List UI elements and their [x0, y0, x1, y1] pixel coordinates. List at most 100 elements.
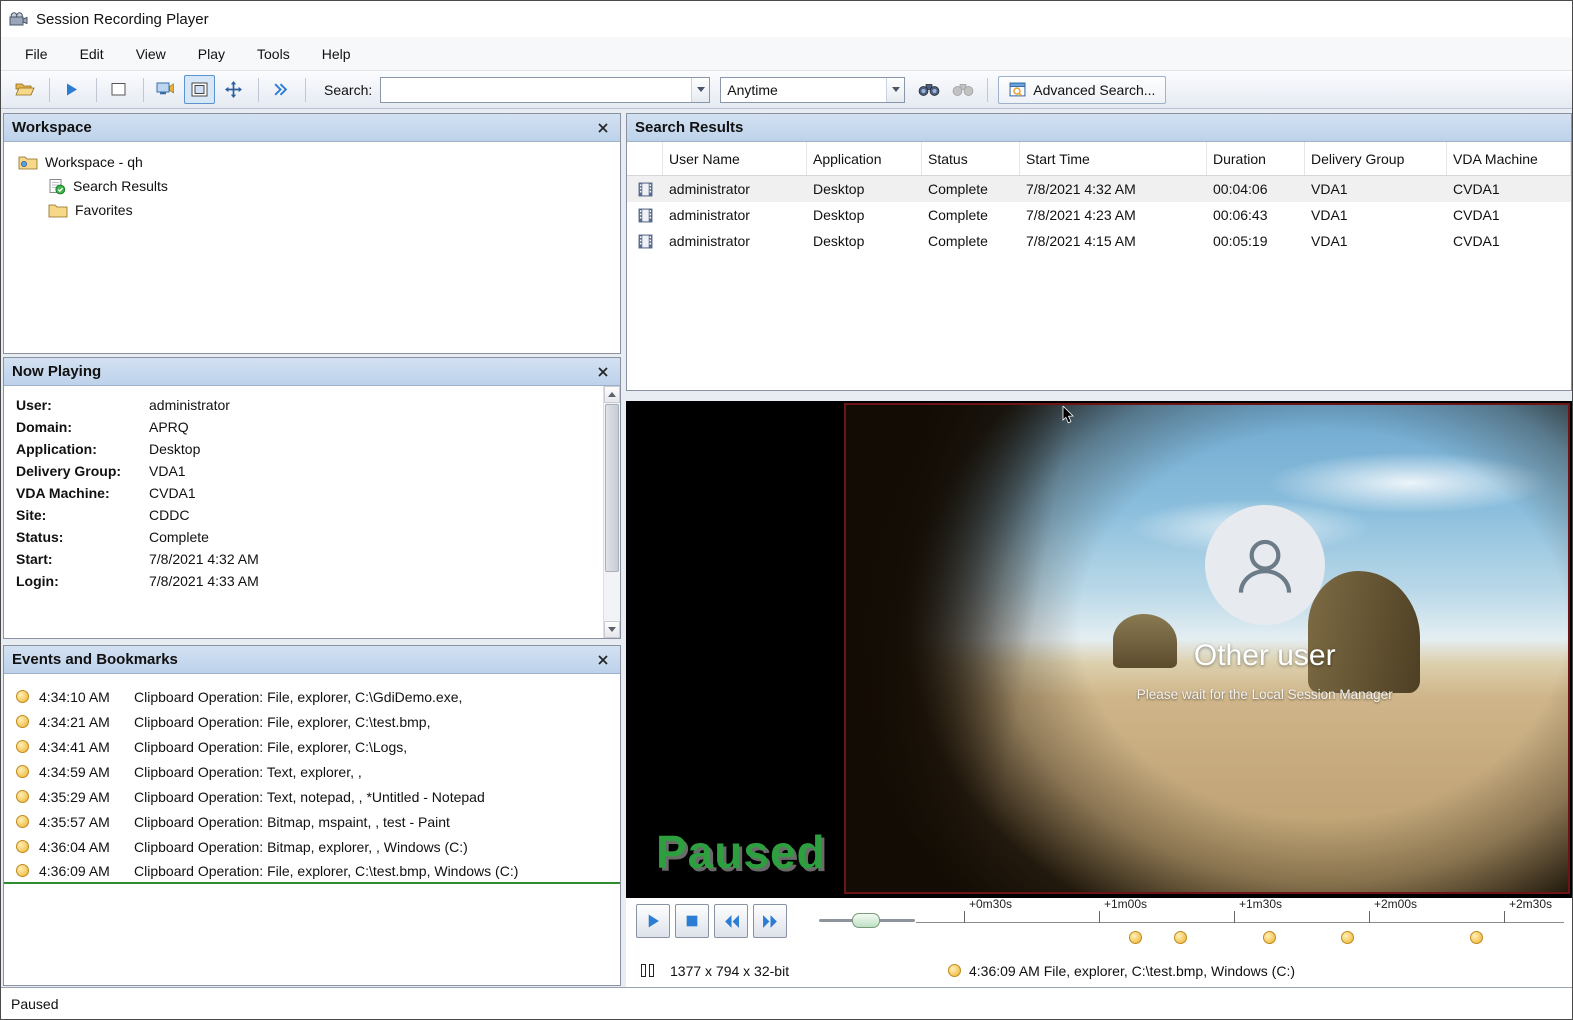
fast-forward-icon — [762, 914, 779, 929]
now-playing-scrollbar[interactable] — [603, 386, 620, 638]
more-tools-button[interactable] — [265, 75, 296, 104]
field-label: Application: — [16, 441, 149, 457]
event-item[interactable]: 4:34:59 AMClipboard Operation: Text, exp… — [4, 759, 620, 784]
field-label: Status: — [16, 529, 149, 545]
advanced-search-button[interactable]: Advanced Search... — [998, 76, 1166, 104]
column-header-user-name[interactable]: User Name — [663, 142, 807, 175]
field-label: Start: — [16, 551, 149, 567]
recording-film-icon — [638, 182, 653, 197]
chevron-down-icon[interactable] — [886, 78, 904, 102]
toolbar-separator — [143, 78, 144, 102]
workspace-close-button[interactable] — [594, 119, 612, 137]
event-item[interactable]: 4:34:10 AMClipboard Operation: File, exp… — [4, 684, 620, 709]
menu-item-tools[interactable]: Tools — [241, 39, 306, 69]
search-input[interactable] — [381, 79, 691, 101]
menu-item-file[interactable]: File — [9, 39, 64, 69]
event-item-selected[interactable]: 4:36:09 AMClipboard Operation: File, exp… — [4, 859, 620, 884]
workspace-folder-icon — [18, 154, 38, 170]
event-item[interactable]: 4:34:21 AMClipboard Operation: File, exp… — [4, 709, 620, 734]
chevron-down-icon[interactable] — [691, 78, 709, 102]
event-time: 4:35:57 AM — [39, 814, 134, 830]
search-up-button[interactable] — [947, 75, 978, 104]
timeline-ruler[interactable]: +0m30s +1m00s +1m30s +2m00s +2m30s — [916, 898, 1564, 926]
event-marker-icon — [16, 815, 29, 828]
event-marker-icon — [16, 740, 29, 753]
play-button[interactable] — [636, 904, 670, 938]
play-toolbar-button[interactable] — [56, 75, 87, 104]
toolbar-separator — [49, 78, 50, 102]
time-filter-combobox[interactable]: Anytime — [720, 77, 905, 103]
timeline-tick: +2m30s — [1504, 911, 1505, 923]
snapshot-button[interactable] — [103, 75, 134, 104]
cell-duration: 00:05:19 — [1207, 233, 1305, 249]
column-header-start-time[interactable]: Start Time — [1020, 142, 1207, 175]
slider-handle[interactable] — [852, 913, 880, 928]
column-header-delivery-group[interactable]: Delivery Group — [1305, 142, 1447, 175]
column-header-vda-machine[interactable]: VDA Machine — [1447, 142, 1571, 175]
now-playing-panel: Now Playing User:administrator Domain:AP… — [3, 357, 621, 639]
event-item[interactable]: 4:35:57 AMClipboard Operation: Bitmap, m… — [4, 809, 620, 834]
tree-item-workspace[interactable]: Workspace - qh — [4, 150, 620, 174]
search-combobox[interactable] — [380, 77, 710, 103]
events-list: 4:34:10 AMClipboard Operation: File, exp… — [4, 674, 620, 985]
stop-button[interactable] — [675, 904, 709, 938]
event-marker-icon — [16, 690, 29, 703]
open-file-button[interactable] — [9, 75, 40, 104]
playback-controls: +0m30s +1m00s +1m30s +2m00s +2m30s — [626, 898, 1572, 954]
search-results-panel-header: Search Results — [627, 114, 1571, 142]
tree-item-search-results[interactable]: Search Results — [4, 174, 620, 198]
tree-item-label: Favorites — [75, 202, 133, 218]
workspace-panel-header: Workspace — [4, 114, 620, 142]
timeline-event-marker[interactable] — [1341, 931, 1354, 944]
toolbar-separator — [258, 78, 259, 102]
cell-duration: 00:06:43 — [1207, 207, 1305, 223]
column-header-duration[interactable]: Duration — [1207, 142, 1305, 175]
event-marker-icon — [16, 790, 29, 803]
timeline-label: +2m30s — [1509, 897, 1552, 911]
menu-item-play[interactable]: Play — [182, 39, 241, 69]
now-playing-details: User:administrator Domain:APRQ Applicati… — [4, 386, 620, 638]
event-item[interactable]: 4:34:41 AMClipboard Operation: File, exp… — [4, 734, 620, 759]
event-item[interactable]: 4:36:04 AMClipboard Operation: Bitmap, e… — [4, 834, 620, 859]
workspace-panel: Workspace Workspace - qh Search Results — [3, 113, 621, 354]
menu-item-edit[interactable]: Edit — [64, 39, 120, 69]
scrollbar-down-button[interactable] — [604, 621, 620, 638]
scrollbar-thumb[interactable] — [605, 404, 619, 572]
column-header-application[interactable]: Application — [807, 142, 922, 175]
menu-item-view[interactable]: View — [120, 39, 182, 69]
table-row[interactable]: administrator Desktop Complete 7/8/2021 … — [627, 202, 1571, 228]
event-item[interactable]: 4:35:29 AMClipboard Operation: Text, not… — [4, 784, 620, 809]
resolution-text: 1377 x 794 x 32-bit — [670, 963, 789, 979]
cell-start-time: 7/8/2021 4:32 AM — [1020, 181, 1207, 197]
timeline-event-marker[interactable] — [1263, 931, 1276, 944]
events-panel-title: Events and Bookmarks — [12, 651, 178, 668]
search-down-button[interactable] — [913, 75, 944, 104]
table-row[interactable]: administrator Desktop Complete 7/8/2021 … — [627, 228, 1571, 254]
timeline-tick: +1m30s — [1234, 911, 1235, 923]
event-time: 4:36:04 AM — [39, 839, 134, 855]
rewind-button[interactable] — [714, 904, 748, 938]
timeline-event-marker[interactable] — [1129, 931, 1142, 944]
column-header-icon — [627, 142, 663, 175]
fast-forward-button[interactable] — [753, 904, 787, 938]
events-close-button[interactable] — [594, 651, 612, 669]
pan-button[interactable] — [218, 75, 249, 104]
menu-item-help[interactable]: Help — [306, 39, 367, 69]
scrollbar-up-button[interactable] — [604, 386, 620, 403]
search-results-icon — [48, 178, 66, 195]
event-time: 4:34:41 AM — [39, 739, 134, 755]
display-mode-button[interactable] — [150, 75, 181, 104]
speed-slider[interactable] — [819, 904, 915, 937]
events-panel: Events and Bookmarks 4:34:10 AMClipboard… — [3, 645, 621, 986]
now-playing-close-button[interactable] — [594, 363, 612, 381]
timeline-event-marker[interactable] — [1174, 931, 1187, 944]
tree-item-favorites[interactable]: Favorites — [4, 198, 620, 222]
field-value: administrator — [149, 397, 600, 413]
event-text: Clipboard Operation: Bitmap, mspaint, , … — [134, 814, 450, 830]
pause-indicator-icon — [641, 964, 654, 977]
time-filter-value: Anytime — [721, 82, 886, 98]
table-row[interactable]: administrator Desktop Complete 7/8/2021 … — [627, 176, 1571, 202]
column-header-status[interactable]: Status — [922, 142, 1020, 175]
timeline-event-marker[interactable] — [1470, 931, 1483, 944]
original-size-button[interactable] — [184, 75, 215, 104]
